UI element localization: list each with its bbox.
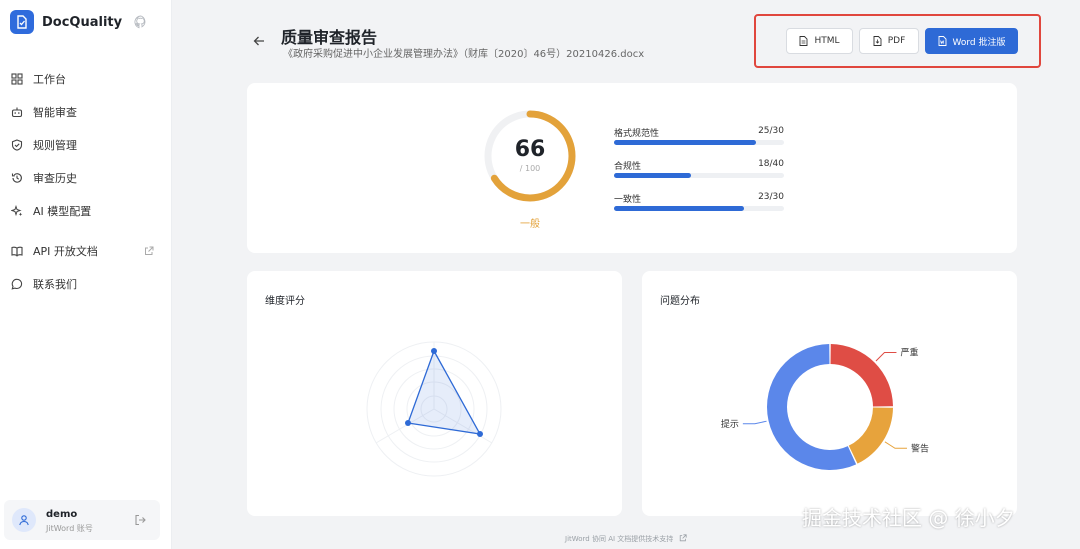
user-card[interactable]: demo JitWord 账号	[4, 500, 160, 540]
external-link-icon	[145, 246, 154, 255]
metric-bar-track	[614, 140, 784, 145]
sidebar-item-label: 工作台	[33, 72, 66, 86]
shield-icon	[10, 138, 23, 151]
radar-point	[477, 431, 483, 437]
file-icon	[800, 36, 808, 46]
dimension-radar-chart	[366, 341, 502, 477]
donut-label: 提示	[721, 419, 739, 430]
metric-compliance: 合规性 18/40	[614, 159, 784, 178]
sidebar-item-contact[interactable]: 联系我们	[0, 267, 172, 300]
sidebar-item-label: 规则管理	[33, 138, 77, 152]
footer-credit[interactable]: JitWord 协同 AI 文档提供技术支持	[565, 534, 687, 544]
word-file-icon	[938, 36, 946, 46]
metric-bar-fill	[614, 140, 756, 145]
sidebar-item-label: 智能审查	[33, 105, 77, 119]
sidebar-item-label: 审查历史	[33, 171, 77, 185]
sidebar-item-ai-model[interactable]: AI 模型配置	[0, 194, 172, 227]
donut-label-line	[875, 352, 897, 362]
sidebar-item-rules[interactable]: 规则管理	[0, 128, 172, 161]
export-pdf-button[interactable]: PDF	[859, 28, 919, 54]
radar-point	[431, 348, 437, 354]
external-link-icon	[679, 534, 687, 542]
chat-icon	[10, 277, 23, 290]
sidebar-nav: 工作台 智能审查 规则管理 审查历史 AI 模型配置 API 开放文档 联系我们	[0, 62, 172, 300]
radar-point	[405, 420, 411, 426]
sidebar: DocQuality 工作台 智能审查 规则管理 审查历史 AI 模型配置 AP…	[0, 0, 172, 549]
doc-logo-icon	[10, 10, 34, 34]
metric-bar-track	[614, 173, 784, 178]
history-icon	[10, 171, 23, 184]
export-pdf-label: PDF	[887, 36, 906, 46]
donut-label: 警告	[911, 442, 929, 454]
brand-name: DocQuality	[42, 14, 123, 30]
user-account-label: JitWord 账号	[46, 524, 93, 533]
sidebar-item-smart-review[interactable]: 智能审查	[0, 95, 172, 128]
metric-bar-fill	[614, 173, 691, 178]
metric-value: 25/30	[758, 126, 784, 136]
logout-icon[interactable]	[134, 514, 146, 526]
sparkle-icon	[10, 204, 23, 217]
grid-icon	[10, 72, 23, 85]
score-value: 66	[514, 137, 546, 162]
metric-bar-track	[614, 206, 784, 211]
score-max: / 100	[519, 164, 541, 173]
export-html-label: HTML	[814, 36, 840, 46]
github-icon[interactable]	[134, 15, 148, 29]
back-arrow-icon[interactable]	[252, 34, 266, 48]
export-word-button[interactable]: Word 批注版	[925, 28, 1018, 54]
donut-label-line	[742, 420, 767, 425]
user-icon	[19, 515, 29, 526]
donut-slice[interactable]	[848, 407, 893, 464]
radar-area	[407, 349, 482, 435]
metric-format: 格式规范性 25/30	[614, 126, 784, 145]
watermark: 掘金技术社区 @ 徐小夕	[802, 506, 1015, 530]
brand[interactable]: DocQuality	[10, 10, 122, 34]
dimension-card-title: 维度评分	[265, 296, 305, 307]
sidebar-item-history[interactable]: 审查历史	[0, 161, 172, 194]
export-html-button[interactable]: HTML	[786, 28, 853, 54]
sidebar-item-api-docs[interactable]: API 开放文档	[0, 234, 172, 267]
donut-label-line	[884, 441, 908, 449]
metric-value: 23/30	[758, 192, 784, 202]
sidebar-item-label: 联系我们	[33, 277, 77, 291]
distribution-card-title: 问题分布	[660, 296, 700, 307]
book-icon	[10, 244, 23, 257]
issue-distribution-donut: 严重警告 提示	[721, 344, 929, 470]
footer-text: JitWord 协同 AI 文档提供技术支持	[565, 535, 674, 543]
metric-bar-fill	[614, 206, 745, 211]
export-word-label: Word 批注版	[952, 37, 1006, 48]
donut-label: 严重	[900, 347, 918, 359]
metric-value: 18/40	[758, 159, 784, 169]
user-name: demo	[46, 509, 78, 520]
sidebar-item-workbench[interactable]: 工作台	[0, 62, 172, 95]
score-grade: 一般	[520, 219, 540, 230]
sidebar-item-label: API 开放文档	[33, 244, 98, 258]
sidebar-item-label: AI 模型配置	[33, 204, 92, 218]
metric-consistency: 一致性 23/30	[614, 192, 784, 211]
robot-icon	[10, 105, 23, 118]
document-filename: 《政府采购促进中小企业发展管理办法》（财库〔2020〕46号）20210426.…	[283, 49, 645, 60]
avatar	[12, 508, 36, 532]
pdf-file-icon	[873, 36, 882, 46]
